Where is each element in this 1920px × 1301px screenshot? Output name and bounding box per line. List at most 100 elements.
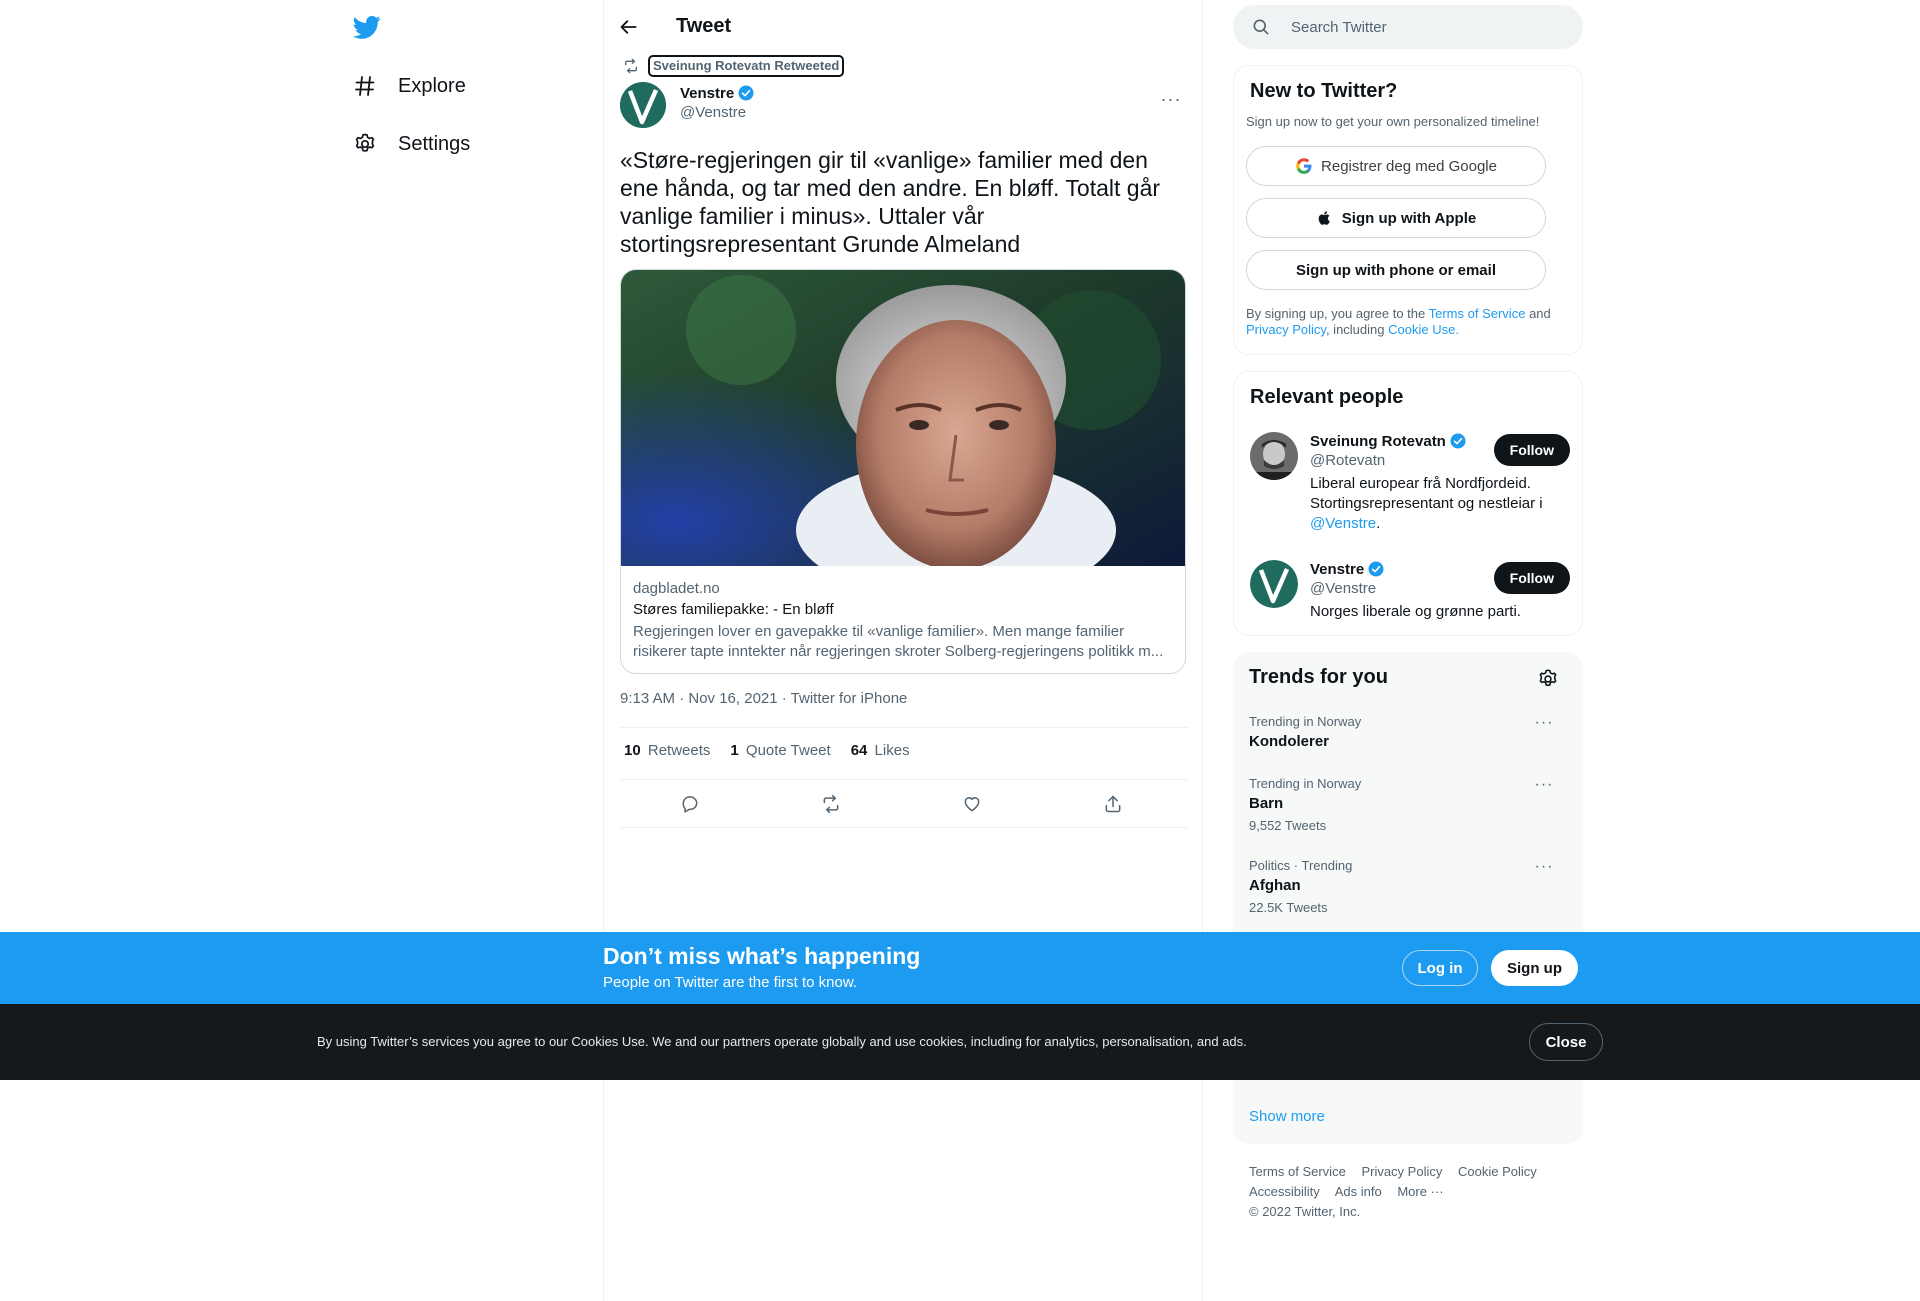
more-options-icon[interactable]: ··· <box>1529 714 1559 734</box>
gear-icon <box>352 131 378 157</box>
signup-button[interactable]: Sign up <box>1491 950 1578 986</box>
person-name-text: Sveinung Rotevatn <box>1310 432 1446 450</box>
banner-title: Don’t miss what’s happening <box>603 943 921 969</box>
reply-icon[interactable] <box>672 786 708 822</box>
google-signup-label: Registrer deg med Google <box>1321 157 1497 175</box>
footer-link[interactable]: Ads info <box>1335 1184 1382 1199</box>
person-name-text: Venstre <box>1310 560 1365 578</box>
likes-count: 64 <box>850 742 868 759</box>
author-name[interactable]: Venstre <box>680 84 755 102</box>
person-handle[interactable]: @Rotevatn <box>1310 452 1385 469</box>
apple-signup-button[interactable]: Sign up with Apple <box>1246 198 1546 238</box>
footer-link[interactable]: Privacy Policy <box>1361 1164 1442 1179</box>
person-name[interactable]: Sveinung Rotevatn <box>1310 432 1467 450</box>
avatar[interactable] <box>620 82 666 128</box>
search-bar[interactable] <box>1233 5 1583 49</box>
privacy-link[interactable]: Privacy Policy <box>1246 322 1326 337</box>
card-description: Regjeringen lover en gavepakke til «vanl… <box>633 623 1164 660</box>
author-handle[interactable]: @Venstre <box>680 104 746 121</box>
quotes-count: 1 <box>730 742 739 759</box>
card-image <box>621 270 1185 566</box>
retweets-stat[interactable]: 10 Retweets <box>624 742 710 759</box>
more-options-icon[interactable]: ··· <box>1154 82 1188 116</box>
legal-and: and <box>1529 306 1551 321</box>
copyright: © 2022 Twitter, Inc. <box>1249 1204 1361 1219</box>
like-heart-icon[interactable] <box>954 786 990 822</box>
close-button[interactable]: Close <box>1529 1023 1603 1061</box>
card-title: Støres familiepakke: - En bløff <box>633 601 834 618</box>
divider <box>620 827 1188 828</box>
page-header: Tweet <box>604 0 1204 53</box>
quotes-label: Quote Tweet <box>745 742 831 759</box>
retweets-label: Retweets <box>647 742 711 759</box>
apple-icon <box>1316 209 1334 227</box>
terms-link[interactable]: Terms of Service <box>1429 306 1526 321</box>
retweeted-by-link[interactable]: Sveinung Rotevatn Retweeted <box>647 55 845 77</box>
relevant-people-panel: Relevant people Sveinung Rotevatn @Rotev… <box>1233 371 1583 636</box>
left-navigation: Explore Settings <box>340 0 600 1301</box>
show-more-link[interactable]: Show more <box>1249 1108 1325 1125</box>
google-icon <box>1295 157 1313 175</box>
bio-mention-link[interactable]: @Venstre <box>1310 515 1376 532</box>
relevant-people-title: Relevant people <box>1250 386 1404 408</box>
new-to-twitter-title: New to Twitter? <box>1250 80 1398 102</box>
signup-legal-text: By signing up, you agree to the Terms of… <box>1246 306 1566 338</box>
tweet-timestamp[interactable]: 9:13 AM · Nov 16, 2021 · Twitter for iPh… <box>620 690 907 707</box>
more-options-icon[interactable]: ··· <box>1529 776 1559 796</box>
verified-badge-icon <box>1368 561 1384 577</box>
hashtag-icon <box>352 73 378 99</box>
share-icon[interactable] <box>1095 786 1131 822</box>
retweet-context: Sveinung Rotevatn Retweeted <box>620 55 845 77</box>
login-button[interactable]: Log in <box>1402 950 1478 986</box>
person-bio: Norges liberale og grønne parti. <box>1310 603 1521 620</box>
person-name[interactable]: Venstre <box>1310 560 1385 578</box>
tweet-stats: 10 Retweets 1 Quote Tweet 64 Likes <box>624 742 930 759</box>
quote-tweets-stat[interactable]: 1 Quote Tweet <box>730 742 830 759</box>
search-input[interactable] <box>1291 18 1551 36</box>
back-arrow-icon[interactable] <box>612 10 646 44</box>
legal-prefix: By signing up, you agree to the <box>1246 306 1426 321</box>
nav-explore[interactable]: Explore <box>352 63 466 109</box>
trends-title: Trends for you <box>1249 666 1388 688</box>
link-card[interactable]: dagbladet.no Støres familiepakke: - En b… <box>620 269 1186 674</box>
footer-link[interactable]: Cookie Policy <box>1458 1164 1537 1179</box>
likes-stat[interactable]: 64 Likes <box>851 742 910 759</box>
author-name-text: Venstre <box>680 84 735 102</box>
gear-icon[interactable] <box>1537 668 1559 690</box>
follow-button[interactable]: Follow <box>1493 434 1570 466</box>
likes-label: Likes <box>874 742 910 759</box>
retweet-icon[interactable] <box>813 786 849 822</box>
trend-item[interactable]: Politics · Trending Afghan 22.5K Tweets … <box>1249 858 1569 915</box>
divider <box>620 779 1188 780</box>
tweet-author: Venstre @Venstre ··· <box>620 82 1188 130</box>
trend-meta: Trending in Norway <box>1249 714 1362 729</box>
signup-banner: Don’t miss what’s happening People on Tw… <box>0 932 1920 1004</box>
avatar[interactable] <box>1250 560 1298 608</box>
cookie-use-link[interactable]: Cookie Use. <box>1388 322 1459 337</box>
tweet-actions <box>620 786 1188 822</box>
footer-link[interactable]: More ··· <box>1397 1184 1443 1199</box>
footer-link[interactable]: Accessibility <box>1249 1184 1320 1199</box>
apple-signup-label: Sign up with Apple <box>1341 209 1477 227</box>
phone-email-signup-button[interactable]: Sign up with phone or email <box>1246 250 1546 290</box>
trend-name: Afghan <box>1249 877 1301 894</box>
trend-item[interactable]: Trending in Norway Barn 9,552 Tweets ··· <box>1249 776 1569 833</box>
avatar[interactable] <box>1250 432 1298 480</box>
trend-count: 9,552 Tweets <box>1249 818 1327 833</box>
nav-settings[interactable]: Settings <box>352 121 470 167</box>
banner-subtitle: People on Twitter are the first to know. <box>603 974 858 991</box>
trend-item[interactable]: Trending in Norway Kondolerer ··· <box>1249 714 1569 750</box>
cookie-banner: By using Twitter’s services you agree to… <box>0 1004 1920 1080</box>
follow-button[interactable]: Follow <box>1493 562 1570 594</box>
person-handle[interactable]: @Venstre <box>1310 580 1376 597</box>
trend-count: 22.5K Tweets <box>1249 900 1328 915</box>
cookie-text: By using Twitter’s services you agree to… <box>317 1034 1247 1049</box>
footer-link[interactable]: Terms of Service <box>1249 1164 1346 1179</box>
trend-name: Barn <box>1249 795 1284 812</box>
retweets-count: 10 <box>624 742 641 759</box>
retweet-icon <box>625 58 637 74</box>
twitter-logo-icon[interactable] <box>350 10 384 44</box>
more-options-icon[interactable]: ··· <box>1529 858 1559 878</box>
google-signup-button[interactable]: Registrer deg med Google <box>1246 146 1546 186</box>
divider <box>620 727 1188 728</box>
